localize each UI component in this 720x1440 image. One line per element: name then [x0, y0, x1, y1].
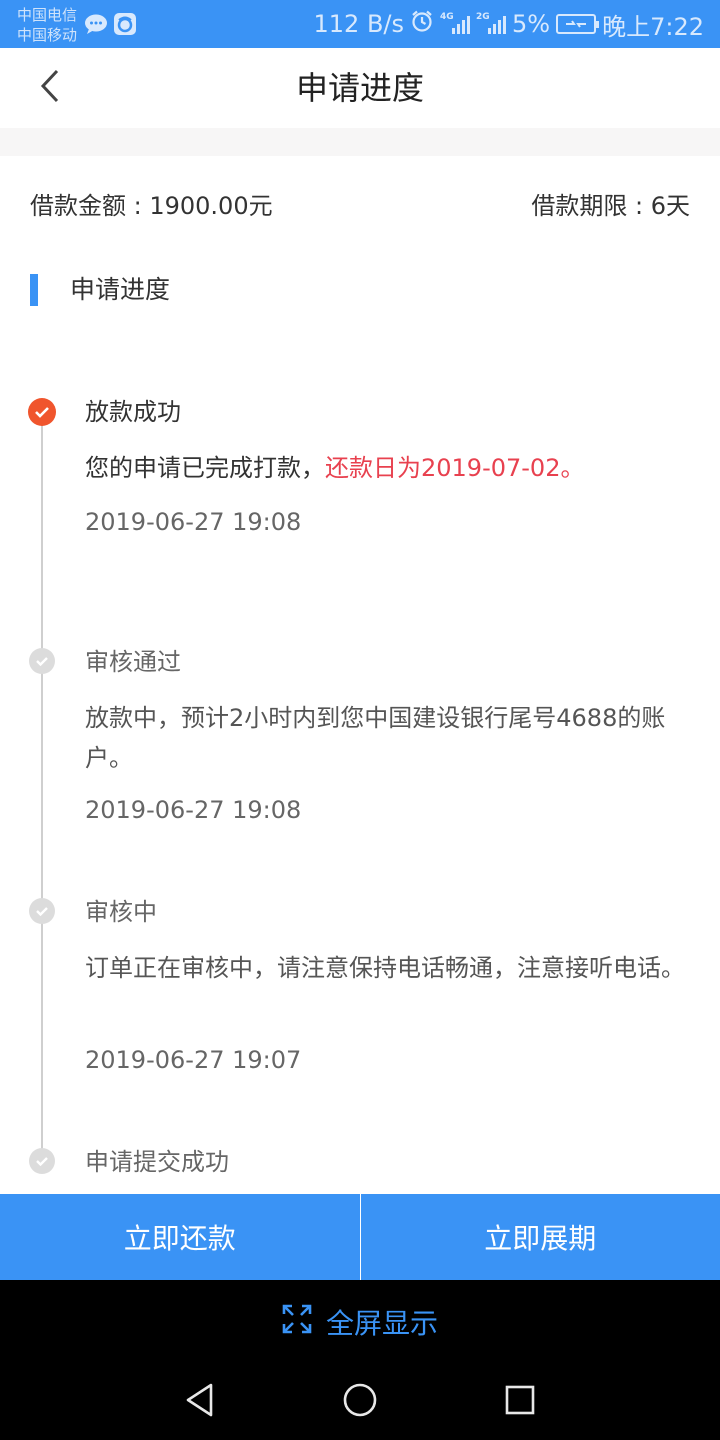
signal-2-label: 2G — [476, 12, 490, 22]
fullscreen-label: 全屏显示 — [325, 1307, 438, 1340]
nav-home-button[interactable] — [340, 1380, 380, 1420]
nav-recents-button[interactable] — [500, 1380, 540, 1420]
step-description: 您的申请已完成打款，还款日为2019-07-02。 — [85, 448, 690, 488]
check-icon — [29, 1148, 55, 1174]
signal-icon: 4G — [440, 12, 471, 34]
app-icon — [113, 12, 137, 40]
step-time: 2019-06-27 19:08 — [85, 508, 302, 536]
check-icon — [29, 648, 55, 674]
section-title: 申请进度 — [70, 275, 171, 304]
status-bar: 中国电信 中国移动 112 B/s 4G 2G 5% 晚上7:22 — [0, 0, 720, 48]
alarm-icon — [410, 9, 434, 39]
step-title: 审核中 — [85, 898, 157, 926]
battery-percent: 5% — [512, 10, 551, 38]
check-icon — [29, 898, 55, 924]
signal-1-label: 4G — [440, 12, 454, 22]
status-right: 112 B/s 4G 2G 5% 晚上7:22 — [313, 8, 704, 41]
clock: 晚上7:22 — [602, 12, 704, 41]
step-time: 2019-06-27 19:08 — [85, 796, 302, 824]
battery-charging-icon — [556, 14, 600, 34]
app-header: 申请进度 — [0, 48, 720, 128]
nav-back-button[interactable] — [180, 1380, 220, 1420]
page-title: 申请进度 — [295, 69, 424, 107]
net-speed: 112 B/s — [313, 10, 405, 38]
step-desc-text: 您的申请已完成打款， — [85, 454, 325, 482]
section-accent-bar — [30, 274, 38, 306]
step-time: 2019-06-27 19:07 — [85, 1046, 302, 1074]
carrier-1: 中国电信 — [17, 6, 78, 24]
step-description: 放款中，预计2小时内到您中国建设银行尾号4688的账户。 — [85, 704, 666, 772]
carrier-2: 中国移动 — [17, 26, 78, 44]
carrier-info: 中国电信 中国移动 — [17, 5, 77, 45]
expand-icon — [282, 1304, 312, 1341]
signal-icon-2: 2G — [476, 12, 507, 34]
step-title: 申请提交成功 — [85, 1148, 229, 1176]
extend-now-button[interactable]: 立即展期 — [361, 1194, 720, 1280]
fullscreen-button[interactable]: 全屏显示 — [0, 1302, 720, 1342]
loan-term: 借款期限 : 6天 — [531, 192, 690, 220]
timeline-line — [41, 412, 43, 1172]
divider-band — [0, 128, 720, 156]
check-icon — [28, 398, 56, 426]
step-title: 审核通过 — [85, 648, 181, 676]
action-bar: 立即还款 立即展期 — [0, 1194, 720, 1280]
loan-summary: 借款金额 : 1900.00元 借款期限 : 6天 — [0, 178, 720, 226]
loan-amount: 借款金额 : 1900.00元 — [30, 192, 273, 220]
step-description: 订单正在审核中，请注意保持电话畅通，注意接听电话。 — [85, 954, 685, 982]
repay-now-button[interactable]: 立即还款 — [0, 1194, 360, 1280]
repay-date-highlight: 还款日为2019-07-02。 — [325, 454, 585, 482]
system-bottom: 全屏显示 — [0, 1280, 720, 1440]
step-title: 放款成功 — [85, 398, 181, 426]
chat-icon — [84, 13, 108, 39]
